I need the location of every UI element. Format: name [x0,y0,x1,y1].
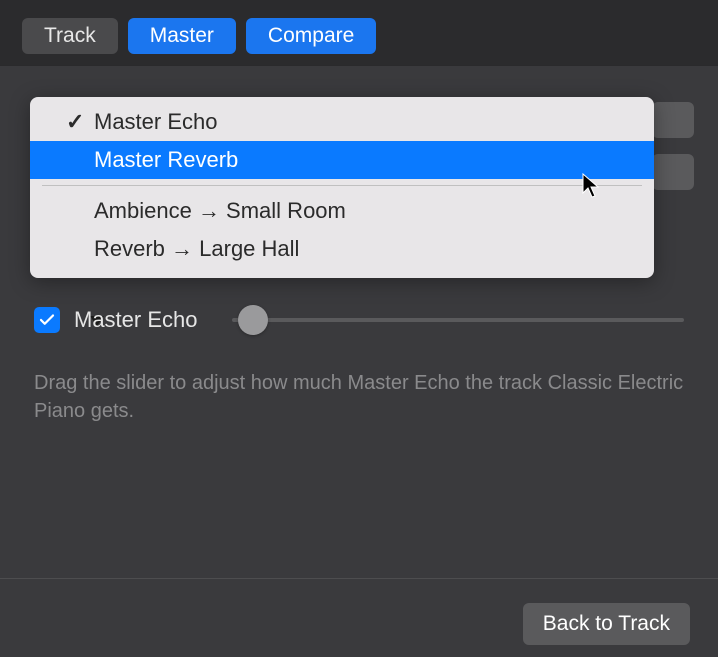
effect-amount-slider[interactable] [232,305,685,335]
partial-edit-button-1[interactable] [652,102,694,138]
menu-item-master-reverb[interactable]: Master Reverb [30,141,654,179]
tab-track[interactable]: Track [22,18,118,54]
effect-enable-row: Master Echo [34,305,684,335]
help-text: Drag the slider to adjust how much Maste… [34,369,684,425]
mouse-cursor-icon [582,173,602,204]
partial-edit-button-2[interactable] [652,154,694,190]
menu-item-preset-reverb[interactable]: Reverb → Large Hall [30,230,654,268]
top-tab-bar: Track Master Compare [0,0,718,72]
menu-divider [42,185,642,186]
back-to-track-button[interactable]: Back to Track [523,603,690,645]
effect-controls: Master Echo Drag the slider to adjust ho… [34,305,684,425]
effect-label: Master Echo [74,307,198,333]
tab-compare[interactable]: Compare [246,18,376,54]
effect-enable-checkbox[interactable] [34,307,60,333]
menu-item-preset-ambience[interactable]: Ambience → Small Room [30,192,654,230]
slider-thumb[interactable] [238,305,268,335]
effect-dropdown-menu: Master Echo Master Reverb Ambience → Sma… [30,97,654,278]
check-icon [38,311,56,329]
bottom-bar: Back to Track [0,578,718,645]
tab-master[interactable]: Master [128,18,236,54]
menu-item-master-echo[interactable]: Master Echo [30,103,654,141]
slider-track [232,318,685,322]
